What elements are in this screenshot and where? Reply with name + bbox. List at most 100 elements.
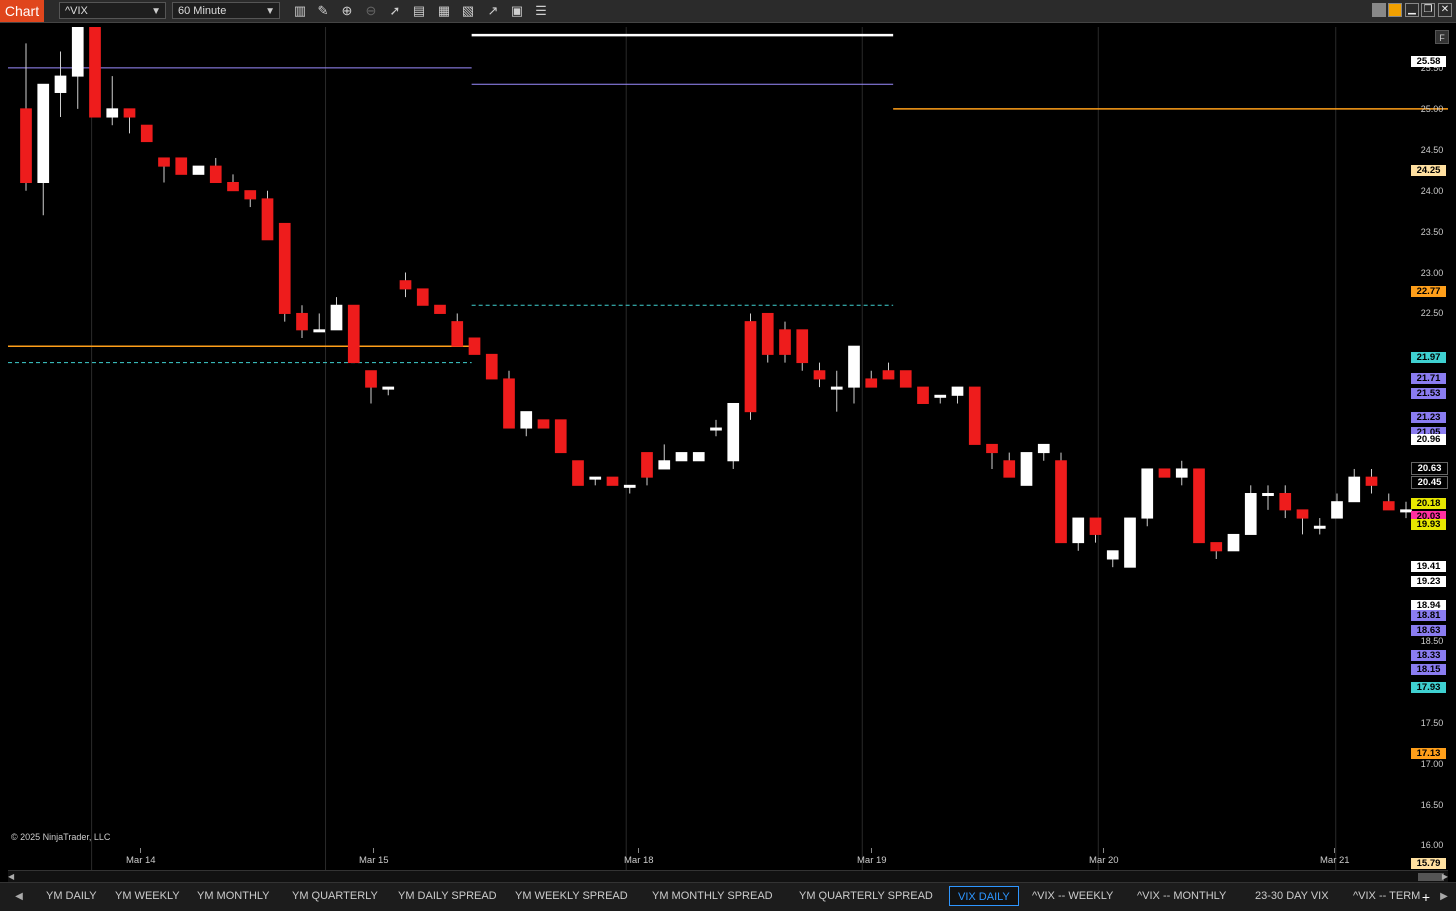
y-axis-label: 23.00: [1420, 267, 1444, 278]
templates-icon[interactable]: ▣: [509, 3, 525, 19]
candle-body: [830, 386, 843, 390]
price-tag: 18.81: [1411, 610, 1446, 622]
scroll-left-icon[interactable]: ◀: [8, 872, 18, 882]
tab-scroll-right-icon[interactable]: ▶: [1437, 890, 1451, 904]
candle-body: [227, 182, 239, 192]
candle-body: [1175, 468, 1188, 478]
candle-body: [399, 280, 412, 290]
candle-body: [1106, 550, 1119, 560]
x-axis-tick: [373, 848, 374, 853]
tab-vix-term[interactable]: ^VIX -- TERM: [1345, 886, 1428, 906]
candle-body: [934, 394, 947, 398]
data-box-icon[interactable]: ▤: [411, 3, 427, 19]
chevron-down-icon: ▼: [265, 6, 275, 17]
y-axis-label: 24.50: [1420, 144, 1444, 155]
y-axis-label: 18.50: [1420, 635, 1444, 646]
format-button[interactable]: F: [1435, 30, 1449, 44]
candle-body: [1227, 533, 1240, 552]
candle-body: [761, 312, 774, 355]
add-tab-icon[interactable]: +: [1419, 890, 1433, 904]
candle-body: [54, 75, 67, 93]
zoom-out-icon[interactable]: ⊖: [363, 3, 379, 19]
link-icon[interactable]: [1372, 3, 1386, 17]
candle-body: [158, 157, 170, 167]
candle-body: [1400, 509, 1412, 513]
copyright-text: © 2025 NinjaTrader, LLC: [11, 832, 111, 842]
tab-vix-daily[interactable]: VIX DAILY: [949, 886, 1019, 906]
zoom-in-icon[interactable]: ⊕: [339, 3, 355, 19]
tab-ym-quarterly[interactable]: YM QUARTERLY: [284, 886, 386, 906]
candle-body: [606, 476, 619, 486]
candle-body: [434, 304, 446, 314]
instrument-link-icon[interactable]: [1388, 3, 1402, 17]
candle-body: [1365, 476, 1378, 486]
candle-body: [865, 378, 878, 388]
candle-body: [641, 452, 653, 478]
candle-body: [1382, 501, 1395, 511]
tab-ym-weekly-spread[interactable]: YM WEEKLY SPREAD: [507, 886, 636, 906]
candle-body: [1003, 460, 1016, 478]
tab-ym-monthly-spread[interactable]: YM MONTHLY SPREAD: [644, 886, 781, 906]
symbol-selector[interactable]: ^VIX ▼: [59, 2, 166, 19]
tab-vix-weekly[interactable]: ^VIX -- WEEKLY: [1024, 886, 1121, 906]
candle-body: [623, 484, 636, 488]
candle-body: [1244, 493, 1257, 535]
pencil-icon[interactable]: ✎: [315, 3, 331, 19]
pointer-icon[interactable]: ➚: [387, 3, 403, 19]
close-icon[interactable]: ✕: [1438, 3, 1452, 17]
candle-body: [1055, 460, 1067, 544]
tab-ym-daily[interactable]: YM DAILY: [38, 886, 105, 906]
candle-body: [744, 321, 757, 413]
candle-body: [520, 411, 533, 429]
tab-ym-monthly[interactable]: YM MONTHLY: [189, 886, 278, 906]
candle-body: [710, 427, 722, 431]
candle-body: [1331, 501, 1343, 519]
price-tag: 22.77: [1411, 286, 1446, 298]
tab-scroll-left-icon[interactable]: ◀: [12, 890, 26, 904]
price-tag: 20.18: [1411, 498, 1446, 510]
chart-toolbar: Chart ^VIX ▼ 60 Minute ▼ ▥ ✎ ⊕ ⊖ ➚ ▤ ▦ ▧…: [0, 0, 1456, 23]
indicators-icon[interactable]: ↗: [485, 3, 501, 19]
price-tag: 18.33: [1411, 649, 1446, 661]
tab-ym-daily-spread[interactable]: YM DAILY SPREAD: [390, 886, 505, 906]
tab-ym-quarterly-spread[interactable]: YM QUARTERLY SPREAD: [791, 886, 941, 906]
minimize-icon[interactable]: ▁: [1405, 3, 1419, 17]
candle-body: [37, 83, 50, 184]
restore-icon[interactable]: ❐: [1421, 3, 1435, 17]
candle-body: [296, 312, 308, 331]
y-axis-label: 23.50: [1420, 226, 1444, 237]
candle-body: [89, 27, 101, 118]
candle-body: [123, 108, 136, 118]
symbol-value: ^VIX: [65, 5, 88, 17]
more-icon[interactable]: ☰: [533, 3, 549, 19]
x-axis-label: Mar 19: [857, 855, 887, 866]
price-tag: 20.63: [1411, 461, 1448, 475]
bars-icon[interactable]: ▥: [292, 3, 308, 19]
price-chart[interactable]: [8, 27, 1448, 870]
candle-body: [1279, 493, 1292, 511]
price-tag: 20.45: [1411, 476, 1448, 490]
x-axis-tick: [871, 848, 872, 853]
scroll-right-icon[interactable]: ▶: [1438, 872, 1448, 882]
candle-body: [692, 452, 705, 462]
x-axis-tick: [140, 848, 141, 853]
tab-23-30-day-vix[interactable]: 23-30 DAY VIX: [1247, 886, 1337, 906]
x-axis-tick: [1103, 848, 1104, 853]
candle-body: [813, 370, 826, 380]
candle-body: [261, 198, 274, 241]
tab-ym-weekly[interactable]: YM WEEKLY: [107, 886, 188, 906]
strategies-icon[interactable]: ▧: [460, 3, 476, 19]
tab-bar: ◀ YM DAILY YM WEEKLY YM MONTHLY YM QUARTERL…: [0, 882, 1456, 911]
y-axis-label: 17.50: [1420, 717, 1444, 728]
properties-icon[interactable]: ▦: [436, 3, 452, 19]
y-axis-label: 16.00: [1420, 840, 1444, 851]
interval-selector[interactable]: 60 Minute ▼: [172, 2, 280, 19]
candle-body: [192, 165, 205, 175]
price-tag: 21.97: [1411, 351, 1446, 363]
x-axis-label: Mar 15: [359, 855, 389, 866]
candle-body: [986, 443, 998, 454]
candle-body: [468, 337, 481, 355]
price-tag: 19.41: [1411, 561, 1446, 573]
tab-vix-monthly[interactable]: ^VIX -- MONTHLY: [1129, 886, 1234, 906]
candle-body: [365, 370, 377, 388]
